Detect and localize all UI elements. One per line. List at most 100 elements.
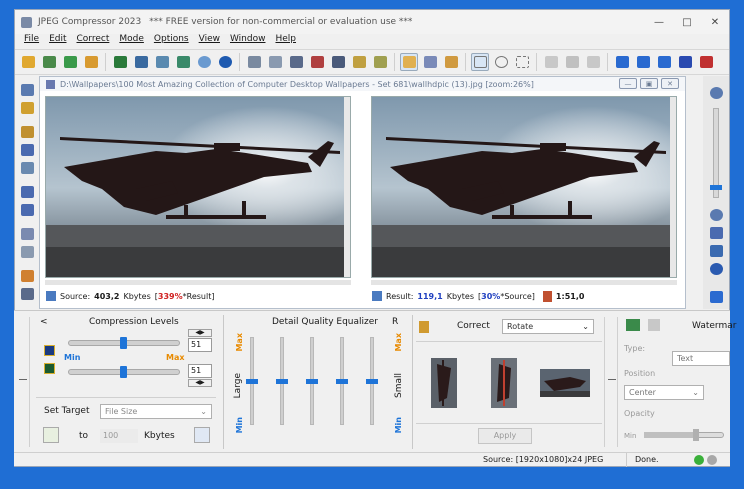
watermark-position-select[interactable]: Center ⌄ <box>624 385 704 400</box>
equalizer-band-2[interactable] <box>276 337 288 425</box>
paste-icon[interactable] <box>563 53 581 71</box>
crop-icon[interactable] <box>287 53 305 71</box>
menu-view[interactable]: View <box>194 34 225 48</box>
equalizer-reset[interactable]: R <box>392 317 398 327</box>
compression-collapse-arrow[interactable]: < <box>40 317 48 327</box>
zoom-fit-icon[interactable] <box>19 184 35 200</box>
menu-correct[interactable]: Correct <box>72 34 115 48</box>
zoom-fit-right-icon[interactable] <box>707 224 725 242</box>
target-value-input[interactable]: 100 <box>100 429 138 443</box>
panel-collapse-left[interactable] <box>16 317 30 447</box>
levels-icon[interactable] <box>19 286 35 302</box>
menu-mode[interactable]: Mode <box>114 34 149 48</box>
apply-button[interactable]: Apply <box>478 428 532 444</box>
menu-options[interactable]: Options <box>149 34 194 48</box>
watermark-opacity-thumb[interactable] <box>693 429 699 441</box>
view-single-icon[interactable] <box>19 226 35 242</box>
maximize-icon[interactable]: □ <box>673 10 701 34</box>
compression-slider-2[interactable] <box>68 366 180 378</box>
correct-mode-select[interactable]: Rotate ⌄ <box>502 319 594 334</box>
equalizer-band-5[interactable] <box>366 337 378 425</box>
equalizer-band-1[interactable] <box>246 337 258 425</box>
menu-edit[interactable]: Edit <box>44 34 71 48</box>
hand-tool-icon[interactable] <box>400 53 418 71</box>
result-scrollbar[interactable] <box>670 97 676 277</box>
zoom-compare-icon[interactable] <box>19 142 35 158</box>
panel-collapse-right[interactable] <box>604 317 618 447</box>
clear-icon[interactable] <box>584 53 602 71</box>
open-file-icon[interactable] <box>40 53 58 71</box>
result-image-pane[interactable] <box>371 96 677 278</box>
equalizer-band-thumb[interactable] <box>276 379 288 384</box>
watermark-opacity-slider[interactable] <box>644 429 724 441</box>
view-split-icon[interactable] <box>19 244 35 260</box>
ellipse-select-icon[interactable] <box>492 53 510 71</box>
copy-icon[interactable] <box>542 53 560 71</box>
zoom-slider-thumb[interactable] <box>710 185 722 190</box>
zoom-actual-icon[interactable] <box>19 202 35 218</box>
menu-window[interactable]: Window <box>225 34 271 48</box>
recent-folder-icon[interactable] <box>82 53 100 71</box>
equalizer-band-thumb[interactable] <box>306 379 318 384</box>
layout-horizontal-icon[interactable] <box>634 53 652 71</box>
zoom-in-icon[interactable] <box>19 82 35 98</box>
rotate-right-preview[interactable] <box>491 358 517 408</box>
zoom-region-icon[interactable] <box>19 124 35 140</box>
compression-value-1[interactable]: 51 <box>188 338 212 352</box>
target-calc-icon[interactable] <box>194 427 210 443</box>
info-icon[interactable] <box>195 53 213 71</box>
key-icon[interactable] <box>19 100 35 116</box>
zoom-in-right-icon[interactable] <box>707 84 725 102</box>
doc-close-icon[interactable]: ✕ <box>661 78 679 89</box>
save-as-icon[interactable] <box>132 53 150 71</box>
fit-icon[interactable] <box>266 53 284 71</box>
rect-select-icon[interactable] <box>471 53 489 71</box>
equalizer-band-3[interactable] <box>306 337 318 425</box>
flip-preview[interactable] <box>540 369 590 397</box>
source-hscrollbar[interactable] <box>45 280 351 285</box>
preview-icon[interactable] <box>329 53 347 71</box>
doc-minimize-icon[interactable]: — <box>619 78 637 89</box>
compression-slider-1[interactable] <box>68 337 180 349</box>
lasso-select-icon[interactable] <box>513 53 531 71</box>
spin-1-arrows[interactable]: ◀▶ <box>188 329 212 337</box>
compare-view-icon[interactable] <box>707 288 725 306</box>
clone-tool-icon[interactable] <box>442 53 460 71</box>
menu-help[interactable]: Help <box>270 34 301 48</box>
spin-2-arrows[interactable]: ◀▶ <box>188 379 212 387</box>
minimize-icon[interactable]: — <box>645 10 673 34</box>
edit-alt-icon[interactable] <box>371 53 389 71</box>
equalizer-band-thumb[interactable] <box>336 379 348 384</box>
menu-file[interactable]: File <box>19 34 44 48</box>
help-icon[interactable] <box>216 53 234 71</box>
close-icon[interactable]: ✕ <box>701 10 729 34</box>
layout-cascade-icon[interactable] <box>613 53 631 71</box>
equalizer-band-4[interactable] <box>336 337 348 425</box>
doc-restore-icon[interactable]: ▣ <box>640 78 658 89</box>
edit-icon[interactable] <box>350 53 368 71</box>
result-hscrollbar[interactable] <box>371 280 677 285</box>
compression-value-2[interactable]: 51 <box>188 364 212 378</box>
layout-list-icon[interactable] <box>676 53 694 71</box>
zoom-slider[interactable] <box>710 108 722 198</box>
fullscreen-icon[interactable] <box>245 53 263 71</box>
navigator-icon[interactable] <box>707 260 725 278</box>
zoom-tool-icon[interactable] <box>421 53 439 71</box>
zoom-out-right-icon[interactable] <box>707 206 725 224</box>
watermark-type-select[interactable]: Text <box>672 351 730 366</box>
rotate-left-preview[interactable] <box>431 358 457 408</box>
open-folder-icon[interactable] <box>19 53 37 71</box>
compression-slider-2-thumb[interactable] <box>119 366 127 378</box>
batch-icon[interactable] <box>153 53 171 71</box>
equalizer-band-thumb[interactable] <box>366 379 378 384</box>
equalizer-band-thumb[interactable] <box>246 379 258 384</box>
export-icon[interactable] <box>174 53 192 71</box>
reload-icon[interactable] <box>61 53 79 71</box>
apply-target-icon[interactable] <box>43 427 59 443</box>
histogram-icon[interactable] <box>19 268 35 284</box>
red-eye-icon[interactable] <box>308 53 326 71</box>
source-scrollbar[interactable] <box>344 97 350 277</box>
compression-slider-1-thumb[interactable] <box>119 337 127 349</box>
layout-vertical-icon[interactable] <box>655 53 673 71</box>
layout-extra-icon[interactable] <box>697 53 715 71</box>
